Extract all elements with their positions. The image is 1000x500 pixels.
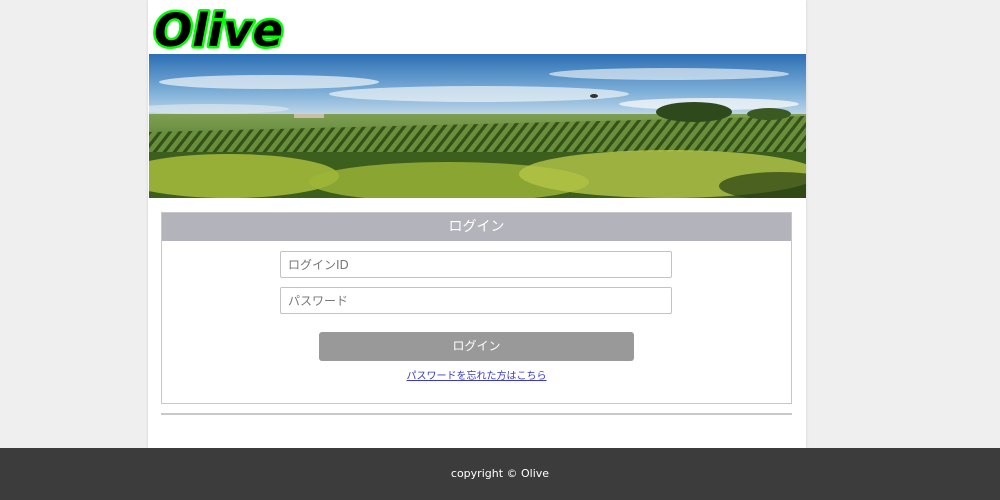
footer: copyright © Olive <box>0 448 1000 500</box>
copyright-text: copyright © Olive <box>450 467 550 480</box>
logo-text: Olive <box>154 4 283 52</box>
divider <box>161 413 792 415</box>
password-input[interactable] <box>280 287 672 314</box>
login-id-input[interactable] <box>280 251 672 278</box>
olive-logo: Olive <box>152 2 286 52</box>
login-button[interactable]: ログイン <box>319 332 634 361</box>
login-header: ログイン <box>162 213 791 241</box>
forgot-password-link[interactable]: パスワードを忘れた方はこちら <box>407 371 547 382</box>
page-container: Olive ログイン ログインID ログイン パスワードを忘れた方はこちら <box>148 0 806 448</box>
login-panel: ログイン ログイン パスワードを忘れた方はこちら <box>161 212 792 404</box>
vineyard-banner-image <box>149 54 806 198</box>
forgot-password-row: パスワードを忘れた方はこちら <box>162 370 791 384</box>
